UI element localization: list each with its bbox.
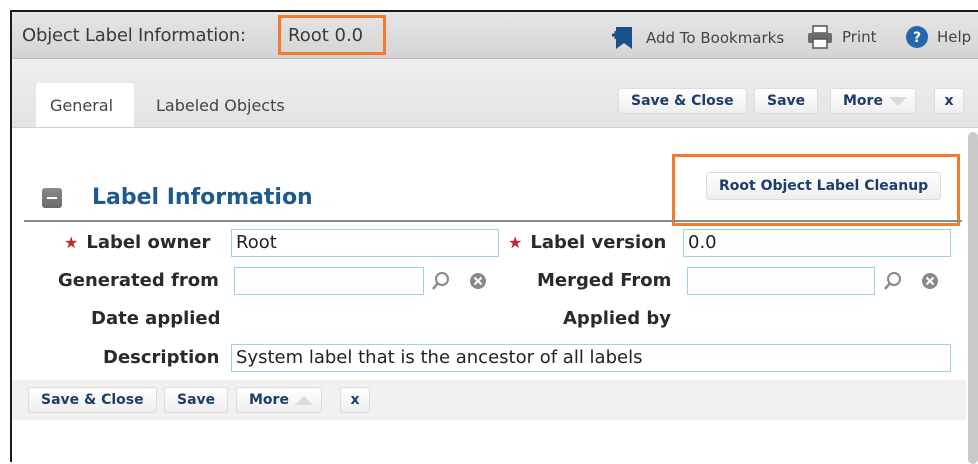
merged-from-label: Merged From [537, 270, 672, 291]
tab-labeled-objects[interactable]: Labeled Objects [142, 83, 299, 127]
root-object-label-cleanup-button[interactable]: Root Object Label Cleanup [706, 172, 942, 200]
tab-labeled-objects-label: Labeled Objects [156, 95, 285, 115]
label-version-text: Label version [530, 232, 667, 253]
form-content: Label Information Root Object Label Clea… [12, 128, 966, 464]
add-to-bookmarks-button[interactable]: Add To Bookmarks [610, 25, 784, 51]
label-owner-field[interactable]: Root [231, 229, 499, 257]
label-version-label: ★ Label version [508, 232, 666, 253]
bottom-action-bar: Save & Close Save More x [12, 380, 966, 420]
required-icon: ★ [508, 233, 523, 252]
save-close-label: Save & Close [631, 93, 734, 109]
title-bar: Object Label Information: Root 0.0 Add T… [12, 12, 978, 59]
add-to-bookmarks-label: Add To Bookmarks [646, 29, 785, 47]
close-button-bottom[interactable]: x [340, 387, 370, 413]
applied-by-label: Applied by [563, 308, 672, 329]
tab-bar: General Labeled Objects Save & Close Sav… [12, 59, 978, 128]
save-label: Save [767, 93, 806, 109]
save-label: Save [177, 392, 216, 408]
print-button[interactable]: Print [806, 25, 877, 49]
label-version-field[interactable]: 0.0 [683, 229, 951, 257]
label-owner-text: Label owner [86, 232, 211, 253]
more-label: More [843, 93, 883, 109]
dialog-window: Object Label Information: Root 0.0 Add T… [10, 10, 978, 464]
help-icon: ? [906, 26, 928, 48]
save-button-top[interactable]: Save [754, 88, 819, 114]
help-button[interactable]: ? Help [905, 25, 971, 49]
save-close-label: Save & Close [41, 392, 144, 408]
search-icon[interactable] [430, 270, 452, 292]
description-label: Description [103, 347, 220, 368]
help-label: Help [937, 28, 972, 46]
required-icon: ★ [64, 233, 79, 252]
generated-from-field[interactable] [234, 267, 424, 295]
save-close-button-top[interactable]: Save & Close [618, 88, 747, 114]
description-field[interactable]: System label that is the ancestor of all… [231, 344, 951, 372]
printer-icon [808, 25, 832, 49]
more-button-bottom[interactable]: More [236, 387, 322, 413]
print-label: Print [842, 28, 877, 46]
chevron-up-icon [294, 395, 313, 405]
generated-from-label: Generated from [58, 270, 219, 291]
tab-general[interactable]: General [36, 83, 134, 127]
section-title: Label Information [92, 185, 313, 210]
merged-from-field[interactable] [687, 267, 875, 295]
more-button-top[interactable]: More [830, 88, 916, 114]
svg-text:?: ? [913, 30, 921, 46]
close-button-top[interactable]: x [934, 88, 964, 114]
save-button-bottom[interactable]: Save [164, 387, 229, 413]
more-label: More [249, 392, 289, 408]
close-label: x [350, 392, 360, 408]
window-title-value: Root 0.0 [288, 25, 364, 46]
label-owner-label: ★ Label owner [64, 232, 210, 253]
bookmark-icon [612, 27, 632, 49]
window-title: Object Label Information: [22, 25, 246, 46]
tab-general-label: General [50, 95, 114, 115]
collapse-icon[interactable] [42, 188, 62, 208]
close-label: x [944, 93, 954, 109]
save-close-button-bottom[interactable]: Save & Close [28, 387, 157, 413]
chevron-down-icon [888, 96, 907, 106]
search-icon[interactable] [882, 270, 904, 292]
cleanup-button-label: Root Object Label Cleanup [719, 178, 929, 194]
clear-icon[interactable] [919, 270, 941, 292]
date-applied-label: Date applied [91, 308, 221, 329]
clear-icon[interactable] [467, 270, 489, 292]
vertical-scrollbar[interactable] [968, 132, 978, 464]
section-divider [24, 220, 962, 222]
